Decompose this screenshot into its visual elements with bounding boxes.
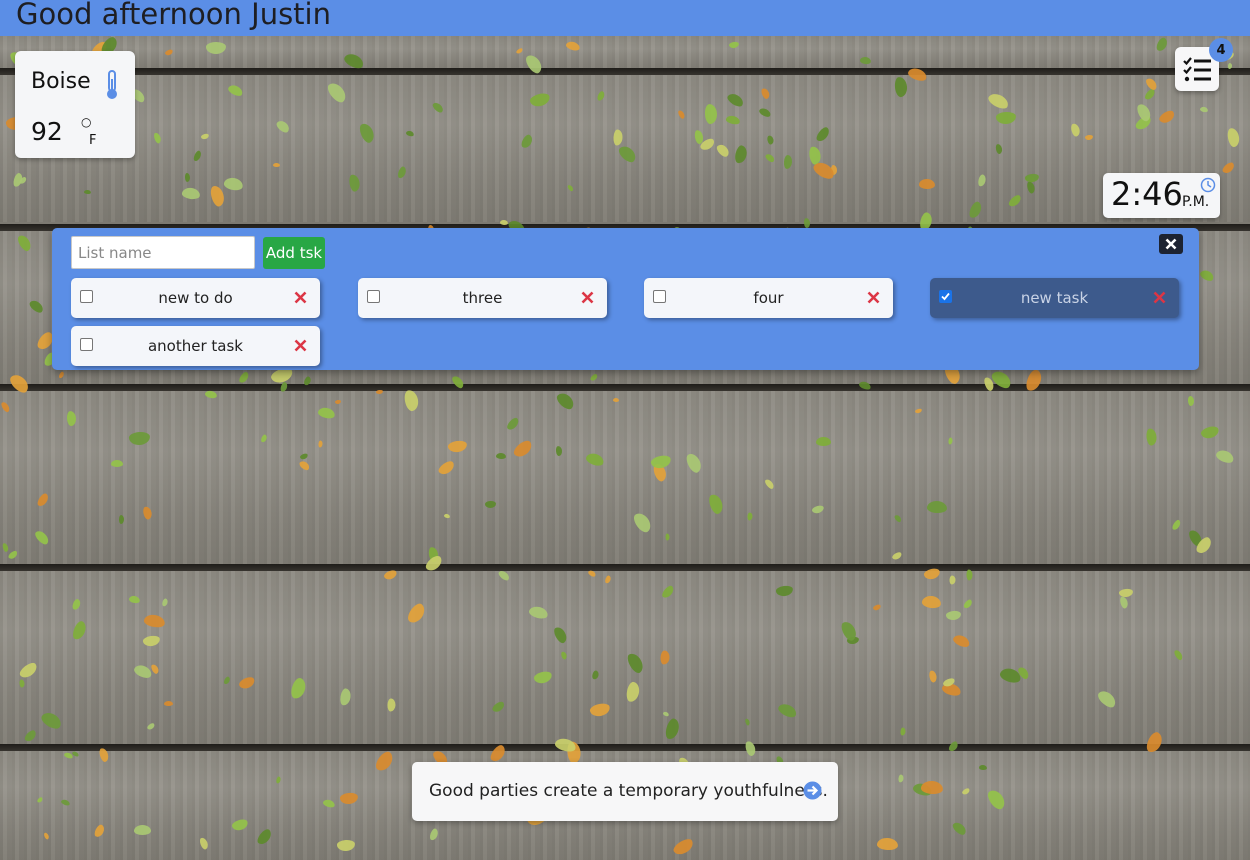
leaf-decoration xyxy=(978,764,988,771)
task-label: three xyxy=(462,289,503,307)
wood-plank xyxy=(0,36,1250,72)
delete-task-icon[interactable] xyxy=(581,291,594,304)
task-count-badge: 4 xyxy=(1209,38,1233,62)
task-item: another task xyxy=(71,326,320,366)
quote-card: Good parties create a temporary youthful… xyxy=(412,762,838,821)
task-checkbox[interactable] xyxy=(367,290,380,303)
task-checkbox-checked[interactable] xyxy=(939,290,952,303)
leaf-decoration xyxy=(134,825,151,835)
weather-temperature: 92 xyxy=(31,117,63,146)
task-label: four xyxy=(753,289,784,307)
arrow-right-circle-icon[interactable] xyxy=(803,781,822,800)
delete-task-icon[interactable] xyxy=(294,339,307,352)
task-checkbox[interactable] xyxy=(80,290,93,303)
task-list-icon xyxy=(1183,57,1211,82)
header-bar: Good afternoon Justin xyxy=(0,0,1250,36)
leaf-decoration xyxy=(272,162,281,168)
leaf-decoration xyxy=(816,437,831,446)
delete-task-icon[interactable] xyxy=(1153,291,1166,304)
list-name-input[interactable] xyxy=(71,236,255,269)
task-label: new to do xyxy=(158,289,233,307)
plank-gap xyxy=(0,564,1250,571)
plank-gap xyxy=(0,68,1250,75)
task-item-completed: new task xyxy=(930,278,1179,318)
leaf-decoration xyxy=(499,219,509,226)
leaf-decoration xyxy=(918,178,936,190)
wood-plank xyxy=(0,568,1250,748)
leaf-decoration xyxy=(612,397,620,403)
task-label: new task xyxy=(1020,289,1089,307)
task-label: another task xyxy=(147,337,243,355)
wood-deck-background xyxy=(0,0,1250,860)
task-item: new to do xyxy=(71,278,320,318)
leaf-decoration xyxy=(111,460,123,467)
task-checkbox[interactable] xyxy=(653,290,666,303)
degree-symbol: ○ xyxy=(81,115,92,129)
clock-period: P.M. xyxy=(1182,194,1210,210)
checkmark-icon xyxy=(941,292,950,301)
plank-gap xyxy=(0,744,1250,751)
task-item: three xyxy=(358,278,607,318)
weather-card: Boise 92 ○ F xyxy=(15,51,135,158)
clock-icon xyxy=(1200,177,1216,193)
close-icon xyxy=(1165,238,1177,250)
clock-card: 2:46 P.M. xyxy=(1103,173,1220,218)
leaf-decoration xyxy=(926,500,948,514)
delete-task-icon[interactable] xyxy=(294,291,307,304)
greeting-text: Good afternoon Justin xyxy=(16,0,331,31)
task-panel: Add tsk new to do three four xyxy=(52,228,1199,370)
task-item: four xyxy=(644,278,893,318)
thermometer-icon xyxy=(107,70,117,99)
quote-text: Good parties create a temporary youthful… xyxy=(429,781,828,801)
wood-plank xyxy=(0,388,1250,568)
plank-gap xyxy=(0,384,1250,391)
clock-time: 2:46 xyxy=(1111,175,1183,213)
add-task-button[interactable]: Add tsk xyxy=(263,237,325,269)
leaf-decoration xyxy=(164,701,173,706)
temperature-unit: F xyxy=(89,133,97,148)
task-checkbox[interactable] xyxy=(80,338,93,351)
delete-task-icon[interactable] xyxy=(867,291,880,304)
weather-city: Boise xyxy=(31,69,91,94)
leaf-decoration xyxy=(83,189,92,195)
leaf-decoration xyxy=(495,452,507,460)
close-panel-button[interactable] xyxy=(1159,234,1183,254)
